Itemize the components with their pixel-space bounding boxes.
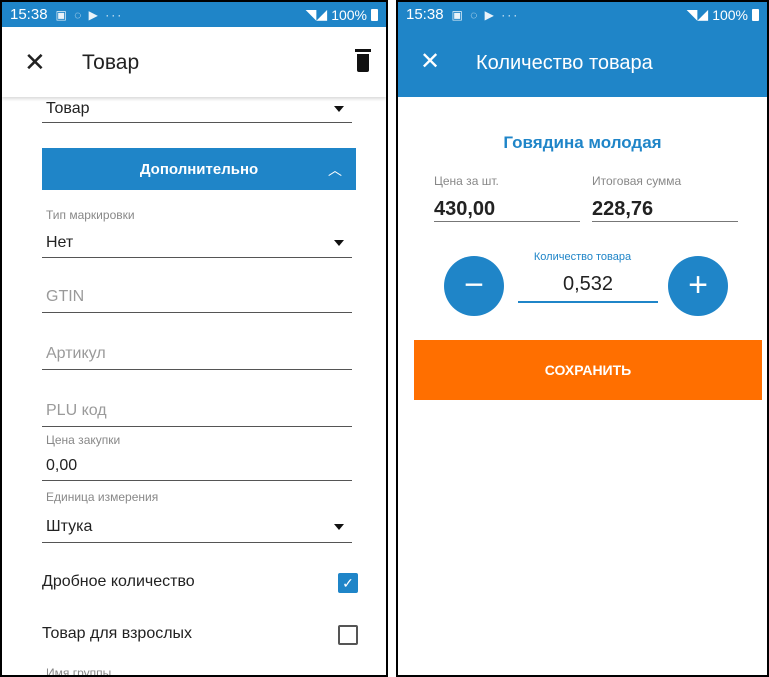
unit-select[interactable]: Единица измерения Штука — [42, 490, 352, 546]
plu-field[interactable]: PLU код — [42, 400, 352, 430]
quantity-input[interactable]: 0,532 — [518, 273, 658, 296]
article-field[interactable]: Артикул — [42, 343, 352, 373]
product-edit-screen: 15:38 ▣ ◌ ▶ ··· ◥◢ 100% ✕ Товар Товар До… — [0, 0, 388, 677]
article-placeholder: Артикул — [46, 345, 106, 362]
battery-percent: 100% — [712, 6, 748, 23]
section-additional-label: Дополнительно — [139, 161, 259, 178]
dropdown-arrow-icon — [334, 524, 344, 530]
total-underline — [592, 221, 738, 222]
unit-value: Штука — [46, 518, 93, 535]
adult-product-checkbox[interactable] — [338, 625, 358, 645]
signal-icon: ◥◢ — [686, 6, 709, 22]
notification-icons: ▣ ◌ ▶ ··· — [55, 7, 124, 22]
price-label: Цена за шт. — [434, 174, 499, 188]
price-value: 430,00 — [434, 198, 496, 220]
marking-type-select[interactable]: Тип маркировки Нет — [42, 208, 352, 260]
status-bar: 15:38 ▣ ◌ ▶ ··· ◥◢ 100% — [398, 2, 767, 27]
battery-percent: 100% — [331, 6, 367, 23]
app-bar: ✕ Товар — [2, 27, 386, 97]
status-time: 15:38 — [406, 6, 444, 23]
total-value: 228,76 — [592, 198, 654, 220]
status-time: 15:38 — [10, 6, 48, 23]
notification-icons: ▣ ◌ ▶ ··· — [451, 7, 520, 22]
purchase-price-value: 0,00 — [46, 457, 78, 474]
dropdown-arrow-icon — [334, 106, 344, 112]
quantity-label: Количество товара — [533, 251, 632, 263]
signal-icon: ◥◢ — [305, 6, 328, 22]
dropdown-arrow-icon — [334, 240, 344, 246]
chevron-up-icon: ︿ — [328, 162, 342, 178]
divider — [388, 0, 396, 677]
close-icon[interactable]: ✕ — [420, 47, 440, 76]
checkmark-icon[interactable]: ✓ — [338, 573, 358, 593]
total-label: Итоговая сумма — [592, 174, 682, 188]
quantity-screen: 15:38 ▣ ◌ ▶ ··· ◥◢ 100% ✕ Количество тов… — [396, 0, 769, 677]
product-type-value: Товар — [46, 100, 90, 117]
adult-product-row[interactable]: Товар для взрослых — [42, 621, 358, 651]
adult-product-label: Товар для взрослых — [42, 625, 193, 642]
unit-label: Единица измерения — [46, 490, 159, 504]
purchase-price-label: Цена закупки — [46, 433, 121, 447]
marking-type-value: Нет — [46, 234, 74, 251]
status-right: ◥◢ 100% — [687, 6, 759, 23]
app-bar: ✕ Количество товара — [398, 27, 767, 97]
plu-placeholder: PLU код — [46, 402, 107, 419]
minus-icon[interactable]: − — [444, 256, 504, 316]
battery-icon — [371, 8, 378, 21]
price-underline — [434, 221, 580, 222]
plus-icon[interactable]: + — [668, 256, 728, 316]
fractional-quantity-label: Дробное количество — [42, 573, 195, 590]
product-type-select[interactable]: Товар — [42, 98, 352, 128]
quantity-underline — [518, 301, 658, 303]
trash-icon[interactable] — [355, 49, 371, 73]
fractional-quantity-row[interactable]: Дробное количество ✓ — [42, 569, 358, 599]
group-name-label: Имя группы — [46, 666, 112, 677]
battery-icon — [752, 8, 759, 21]
close-icon[interactable]: ✕ — [24, 47, 46, 78]
gtin-field[interactable]: GTIN — [42, 286, 352, 316]
page-title: Товар — [82, 51, 140, 74]
status-bar: 15:38 ▣ ◌ ▶ ··· ◥◢ 100% — [2, 2, 386, 27]
purchase-price-field[interactable]: Цена закупки 0,00 — [42, 433, 352, 485]
product-name: Говядина молодая — [503, 133, 662, 152]
status-right: ◥◢ 100% — [306, 6, 378, 23]
save-button[interactable]: СОХРАНИТЬ — [414, 340, 762, 400]
section-additional[interactable]: Дополнительно ︿ — [42, 148, 356, 190]
page-title: Количество товара — [476, 52, 653, 74]
marking-type-label: Тип маркировки — [46, 208, 135, 222]
gtin-placeholder: GTIN — [46, 288, 85, 305]
